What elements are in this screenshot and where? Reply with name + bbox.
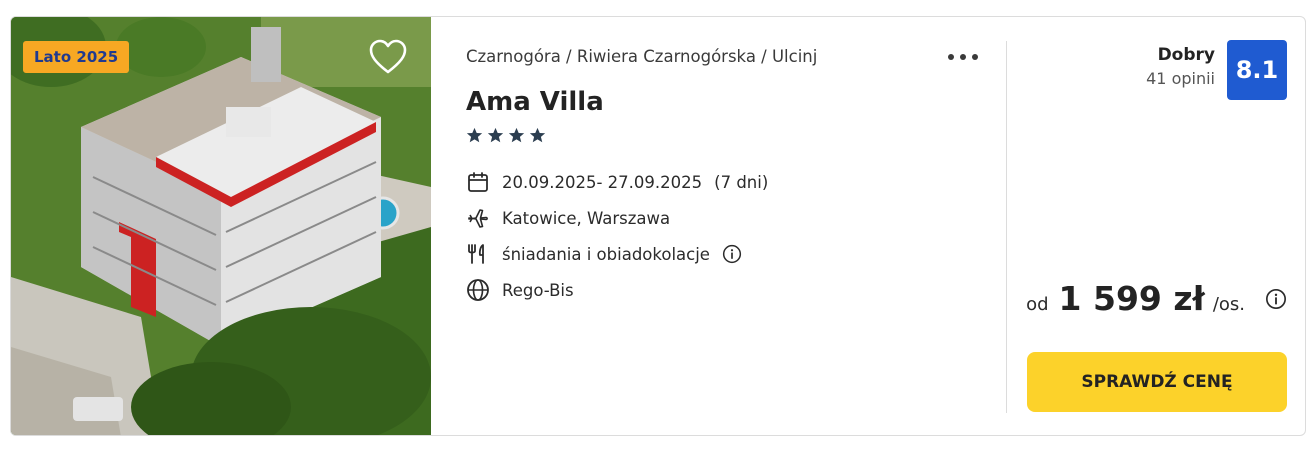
- offer-card[interactable]: Lato 2025 Czarnogóra / Riwiera Czarnogór…: [10, 16, 1306, 436]
- divider: [1006, 41, 1007, 413]
- info-icon[interactable]: [1265, 288, 1287, 310]
- hotel-name[interactable]: Ama Villa: [466, 87, 604, 117]
- location-breadcrumb[interactable]: Czarnogóra / Riwiera Czarnogórska / Ulci…: [466, 47, 817, 66]
- cutlery-icon: [468, 244, 484, 264]
- rating-label: Dobry: [1157, 45, 1215, 65]
- star-icon: [487, 127, 504, 143]
- info-icon[interactable]: [722, 244, 742, 264]
- star-rating: [466, 127, 546, 144]
- check-price-button[interactable]: SPRAWDŹ CENĘ: [1027, 352, 1287, 412]
- plane-icon: [468, 209, 488, 228]
- duration-text: (7 dni): [714, 172, 769, 192]
- season-badge: Lato 2025: [23, 41, 130, 73]
- price-block: od 1 599 zł /os.: [1026, 279, 1287, 318]
- dates-text: 20.09.2025- 27.09.2025: [502, 172, 703, 192]
- price-amount: 1 599 zł: [1058, 279, 1205, 318]
- reviews-count[interactable]: 41 opinii: [1146, 69, 1215, 88]
- dates-row: 20.09.2025- 27.09.2025 (7 dni): [466, 170, 768, 194]
- hotel-photo-illustration: [11, 17, 431, 435]
- rating-block[interactable]: Dobry 41 opinii 8.1: [1146, 40, 1287, 100]
- operator-text: Rego-Bis: [502, 280, 574, 300]
- board-text: śniadania i obiadokolacje: [502, 244, 710, 264]
- more-dots-icon[interactable]: [946, 47, 980, 67]
- price-prefix: od: [1026, 294, 1049, 315]
- globe-icon: [467, 279, 489, 301]
- departure-row: Katowice, Warszawa: [466, 206, 670, 230]
- star-icon: [508, 127, 525, 143]
- price-suffix: /os.: [1212, 294, 1245, 315]
- board-row: śniadania i obiadokolacje: [466, 242, 742, 266]
- star-icon: [529, 127, 546, 143]
- operator-row: Rego-Bis: [466, 278, 574, 302]
- hotel-photo[interactable]: Lato 2025: [11, 17, 431, 435]
- heart-icon[interactable]: [369, 39, 407, 75]
- star-icon: [466, 127, 483, 143]
- departure-text: Katowice, Warszawa: [502, 208, 671, 228]
- calendar-icon: [468, 172, 488, 192]
- rating-score-badge: 8.1: [1227, 40, 1287, 100]
- offer-details: Czarnogóra / Riwiera Czarnogórska / Ulci…: [466, 17, 1006, 435]
